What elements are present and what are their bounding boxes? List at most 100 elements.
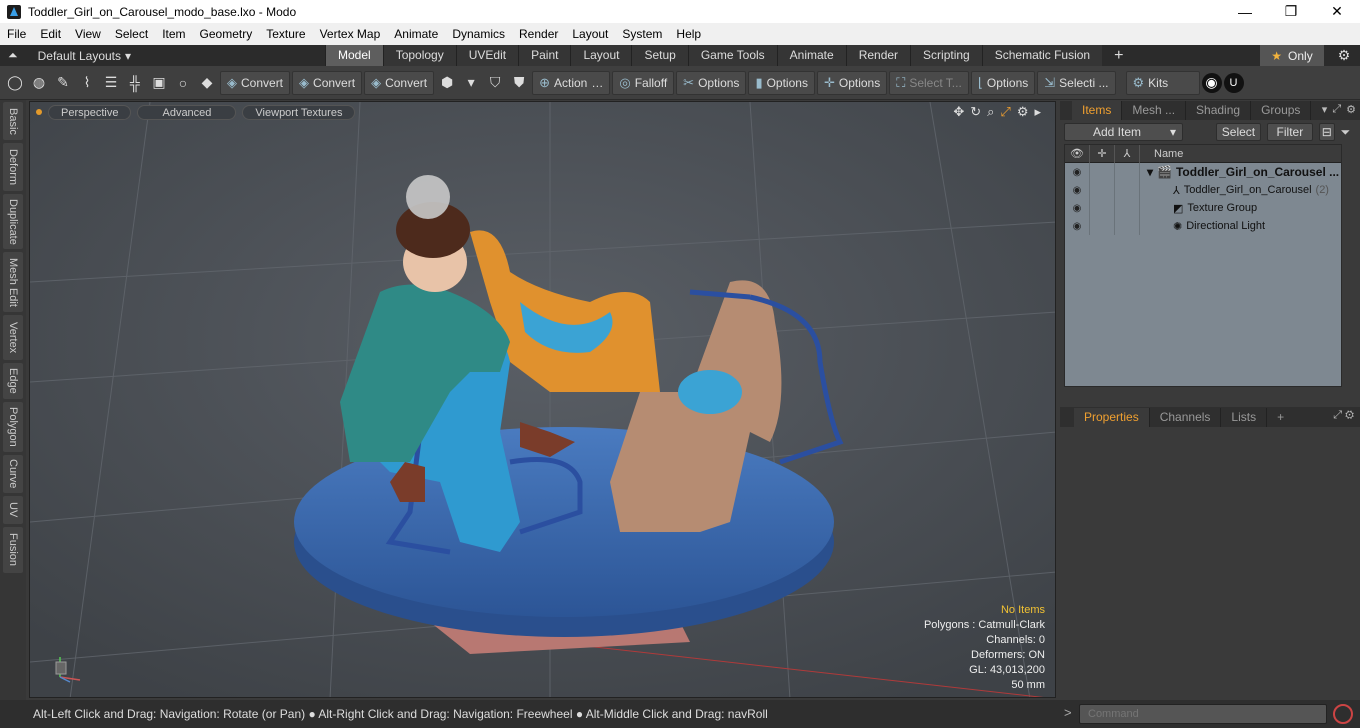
tab-game-tools[interactable]: Game Tools xyxy=(687,45,777,66)
expand-arrow-icon[interactable]: ▸ xyxy=(1034,104,1041,120)
select-t-button[interactable]: ⛶ Select T... xyxy=(889,70,969,95)
convert-button-2[interactable]: ◈ Convert xyxy=(292,70,363,95)
cube-icon[interactable]: ◆ xyxy=(196,71,218,95)
settings-icon[interactable]: ⚙ xyxy=(1346,103,1356,116)
list-item[interactable]: ◉ ▾ 🎬 Toddler_Girl_on_Carousel ... xyxy=(1065,163,1341,181)
eye-icon[interactable]: ◉ xyxy=(1073,167,1082,178)
convert-button-3[interactable]: ◈ Convert xyxy=(364,70,435,95)
menu-dynamics[interactable]: Dynamics xyxy=(445,23,512,45)
options-button-3[interactable]: ✛ Options xyxy=(816,70,888,95)
pen-icon[interactable]: ✎ xyxy=(52,71,74,95)
name-column-header[interactable]: Name xyxy=(1140,148,1183,160)
tab-mesh[interactable]: Mesh ... xyxy=(1122,101,1187,120)
vtab-fusion[interactable]: Fusion xyxy=(3,527,23,573)
vtab-duplicate[interactable]: Duplicate xyxy=(3,194,23,249)
globe-icon[interactable]: ◍ xyxy=(28,71,50,95)
tab-shading[interactable]: Shading xyxy=(1186,101,1252,120)
vtab-edge[interactable]: Edge xyxy=(3,363,23,399)
filter-button[interactable]: Filter xyxy=(1266,123,1314,141)
menu-layout[interactable]: Layout xyxy=(565,23,615,45)
tab-groups[interactable]: Groups xyxy=(1251,101,1312,120)
viewport-menu-dot[interactable] xyxy=(36,109,42,115)
properties-pop-out-icon[interactable]: ⤢ ⚙ xyxy=(1333,409,1354,422)
tab-layout[interactable]: Layout xyxy=(570,45,632,66)
menu-item[interactable]: Item xyxy=(155,23,192,45)
selecti-button[interactable]: ⇲ Selecti ... xyxy=(1037,70,1116,95)
maximize-view-icon[interactable]: ⤢ xyxy=(1000,104,1010,120)
convert-button-1[interactable]: ◈ Convert xyxy=(220,70,291,95)
shield-alt-icon[interactable]: ⛊ xyxy=(508,71,530,95)
list-item[interactable]: ◉ ✺ Directional Light xyxy=(1065,217,1341,235)
tab-items[interactable]: Items xyxy=(1072,101,1123,120)
tab-uvedit[interactable]: UVEdit xyxy=(455,45,519,66)
eye-icon[interactable]: ◉ xyxy=(1073,221,1082,232)
vtab-vertex[interactable]: Vertex xyxy=(3,315,23,360)
circle-select-icon[interactable]: ◯ xyxy=(4,71,26,95)
vtab-mesh-edit[interactable]: Mesh Edit xyxy=(3,252,23,312)
eye-icon[interactable]: ◉ xyxy=(1073,185,1082,196)
menu-texture[interactable]: Texture xyxy=(259,23,312,45)
tab-model[interactable]: Model xyxy=(325,45,383,66)
menu-edit[interactable]: Edit xyxy=(33,23,68,45)
menu-system[interactable]: System xyxy=(615,23,669,45)
funnel-icon[interactable]: ⏷ xyxy=(1341,125,1356,140)
record-button[interactable] xyxy=(1333,704,1353,724)
unity-icon[interactable]: ◉ xyxy=(1201,72,1222,93)
align-icon[interactable]: ☰ xyxy=(100,71,122,95)
viewport-textures-dropdown[interactable]: Viewport Textures xyxy=(242,104,356,120)
add-panel-tab-button[interactable]: + xyxy=(1267,408,1294,427)
tab-topology[interactable]: Topology xyxy=(382,45,456,66)
tab-animate[interactable]: Animate xyxy=(776,45,846,66)
tab-schematic-fusion[interactable]: Schematic Fusion xyxy=(981,45,1103,66)
mesh-icon[interactable]: ⬢ xyxy=(436,71,458,95)
menu-view[interactable]: View xyxy=(68,23,108,45)
visibility-column-icon[interactable]: 👁 xyxy=(1065,144,1090,163)
type-column-icon[interactable]: ⅄ xyxy=(1115,144,1140,163)
select-button[interactable]: Select xyxy=(1216,123,1261,141)
options-button-4[interactable]: ⌊ Options xyxy=(970,70,1036,95)
action-button[interactable]: ⊕ Action… xyxy=(532,70,611,95)
lock-column-icon[interactable]: ✛ xyxy=(1090,144,1115,163)
add-tab-button[interactable]: + xyxy=(1102,47,1135,65)
menu-select[interactable]: Select xyxy=(108,23,155,45)
tab-scripting[interactable]: Scripting xyxy=(910,45,982,66)
vtab-basic[interactable]: Basic xyxy=(3,102,23,140)
minimize-button[interactable]: — xyxy=(1222,0,1268,23)
vtab-uv[interactable]: UV xyxy=(3,496,23,524)
kits-button[interactable]: ⚙ Kits xyxy=(1125,70,1200,95)
brush-icon[interactable]: ⌇ xyxy=(76,71,98,95)
menu-render[interactable]: Render xyxy=(512,23,565,45)
tab-render[interactable]: Render xyxy=(845,45,911,66)
grid-icon[interactable]: ╬ xyxy=(124,71,146,95)
menu-help[interactable]: Help xyxy=(669,23,708,45)
tab-setup[interactable]: Setup xyxy=(631,45,688,66)
layouts-dropdown[interactable]: ⏶ Default Layouts ▾ xyxy=(0,48,325,63)
options-button-1[interactable]: ✂ Options xyxy=(676,70,747,95)
vtab-curve[interactable]: Curve xyxy=(3,455,23,493)
vtab-polygon[interactable]: Polygon xyxy=(3,402,23,452)
sphere-icon[interactable]: ○ xyxy=(172,71,194,95)
chevron-down-icon[interactable]: ▾ xyxy=(1322,103,1328,116)
maximize-button[interactable]: ❐ xyxy=(1268,0,1314,23)
menu-animate[interactable]: Animate xyxy=(387,23,445,45)
shield-icon[interactable]: ⛉ xyxy=(484,71,506,95)
list-item[interactable]: ◉ ⅄ Toddler_Girl_on_Carousel (2) xyxy=(1065,181,1341,199)
unreal-icon[interactable]: U xyxy=(1223,72,1244,93)
tab-paint[interactable]: Paint xyxy=(518,45,571,66)
list-item[interactable]: ◉ ◩ Texture Group xyxy=(1065,199,1341,217)
rotate-view-icon[interactable]: ↻ xyxy=(970,104,981,120)
move-view-icon[interactable]: ✥ xyxy=(953,104,964,120)
only-toggle[interactable]: ★ Only xyxy=(1260,45,1324,66)
command-input[interactable] xyxy=(1079,704,1327,724)
gear-icon[interactable]: ⚙ xyxy=(1330,45,1358,66)
zoom-view-icon[interactable]: ⌕ xyxy=(987,104,994,120)
options-button-2[interactable]: ▮ Options xyxy=(748,70,815,95)
3d-viewport[interactable]: Perspective Advanced Viewport Textures ✥… xyxy=(29,101,1056,698)
pop-out-icon[interactable]: ⤢ xyxy=(1332,103,1341,116)
falloff-button[interactable]: ◎ Falloff xyxy=(612,70,675,95)
tab-properties[interactable]: Properties xyxy=(1074,407,1150,427)
tab-lists[interactable]: Lists xyxy=(1221,407,1268,427)
vtab-deform[interactable]: Deform xyxy=(3,143,23,191)
chevron-down-icon[interactable]: ▾ xyxy=(460,71,482,95)
shading-dropdown[interactable]: Advanced xyxy=(137,104,237,120)
